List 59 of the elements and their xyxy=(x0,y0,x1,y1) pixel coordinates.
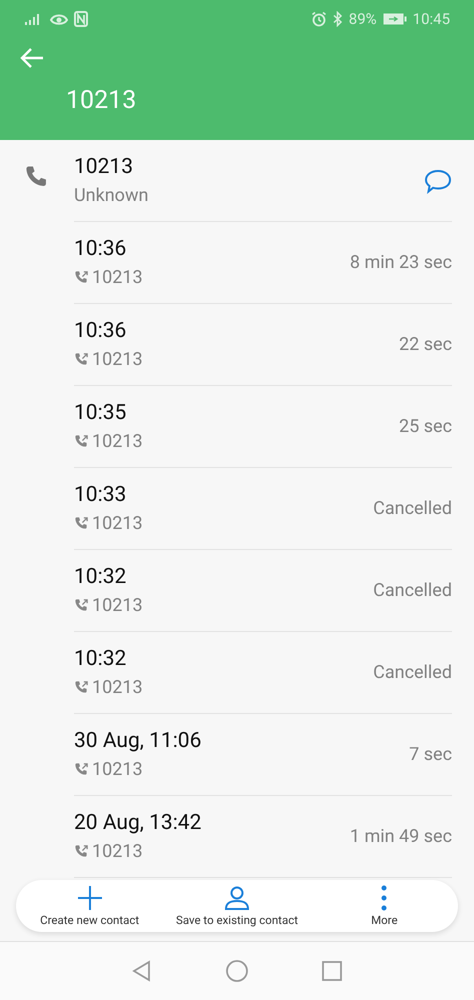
call-log-item[interactable]: 10:32 10213 Cancelled xyxy=(0,632,474,714)
call-duration: 22 sec xyxy=(399,334,452,355)
call-number: 10213 xyxy=(92,513,143,534)
call-time: 10:33 xyxy=(74,483,128,507)
outgoing-call-icon xyxy=(74,598,89,613)
call-log-item[interactable]: 10:36 10213 8 min 23 sec xyxy=(0,222,474,304)
alarm-icon xyxy=(310,11,327,27)
call-log-item[interactable]: 10:32 10213 Cancelled xyxy=(0,550,474,632)
more-icon xyxy=(380,885,388,911)
call-duration: 7 sec xyxy=(409,744,452,765)
action-button[interactable]: Save to existing contact xyxy=(163,880,311,932)
call-log-item[interactable]: 10:33 10213 Cancelled xyxy=(0,468,474,550)
battery-percent: 89% xyxy=(348,10,377,28)
action-button[interactable]: Create new contact xyxy=(16,880,164,932)
call-log-item[interactable]: 20 Aug, 13:42 10213 1 min 49 sec xyxy=(0,796,474,878)
call-duration: 25 sec xyxy=(399,416,452,437)
call-number: 10213 xyxy=(92,841,143,862)
call-duration: 1 min 49 sec xyxy=(350,826,452,847)
contact-label: Unknown xyxy=(74,185,150,206)
call-time: 10:35 xyxy=(74,401,128,425)
person-icon xyxy=(224,885,250,911)
call-duration: Cancelled xyxy=(373,580,452,601)
call-log-item[interactable]: 10:35 10213 25 sec xyxy=(0,386,474,468)
call-time: 10:36 xyxy=(74,319,128,343)
plus-icon xyxy=(76,885,103,911)
call-time: 20 Aug, 13:42 xyxy=(74,811,202,835)
call-duration: 8 min 23 sec xyxy=(350,252,452,273)
outgoing-call-icon xyxy=(74,434,89,449)
outgoing-call-icon xyxy=(74,680,89,695)
clock-time: 10:45 xyxy=(412,10,450,28)
outgoing-call-icon xyxy=(74,762,89,777)
call-log-item[interactable]: 10:36 10213 22 sec xyxy=(0,304,474,386)
call-time: 10:32 xyxy=(74,647,128,671)
outgoing-call-icon xyxy=(74,352,89,367)
outgoing-call-icon xyxy=(74,516,89,531)
bluetooth-icon xyxy=(332,11,343,27)
contact-number: 10213 xyxy=(74,155,134,179)
battery-icon xyxy=(382,13,407,25)
call-number: 10213 xyxy=(92,677,143,698)
call-time: 10:36 xyxy=(74,237,128,261)
outgoing-call-icon xyxy=(74,844,89,859)
call-duration: Cancelled xyxy=(373,662,452,683)
call-log-item[interactable]: 30 Aug, 11:06 10213 7 sec xyxy=(0,714,474,796)
call-number: 10213 xyxy=(92,759,143,780)
eye-icon xyxy=(50,12,68,26)
call-number: 10213 xyxy=(92,431,143,452)
call-time: 30 Aug, 11:06 xyxy=(74,729,202,753)
call-duration: Cancelled xyxy=(373,498,452,519)
back-nav-button[interactable] xyxy=(131,960,153,982)
call-number: 10213 xyxy=(92,595,143,616)
outgoing-call-icon xyxy=(74,270,89,285)
call-number: 10213 xyxy=(92,349,143,370)
nfc-icon xyxy=(74,11,88,27)
home-nav-button[interactable] xyxy=(225,959,249,983)
call-number: 10213 xyxy=(92,267,143,288)
call-time: 10:32 xyxy=(74,565,128,589)
header-title: 10213 xyxy=(66,86,136,115)
action-button[interactable]: More xyxy=(310,880,458,932)
recents-nav-button[interactable] xyxy=(321,960,343,982)
